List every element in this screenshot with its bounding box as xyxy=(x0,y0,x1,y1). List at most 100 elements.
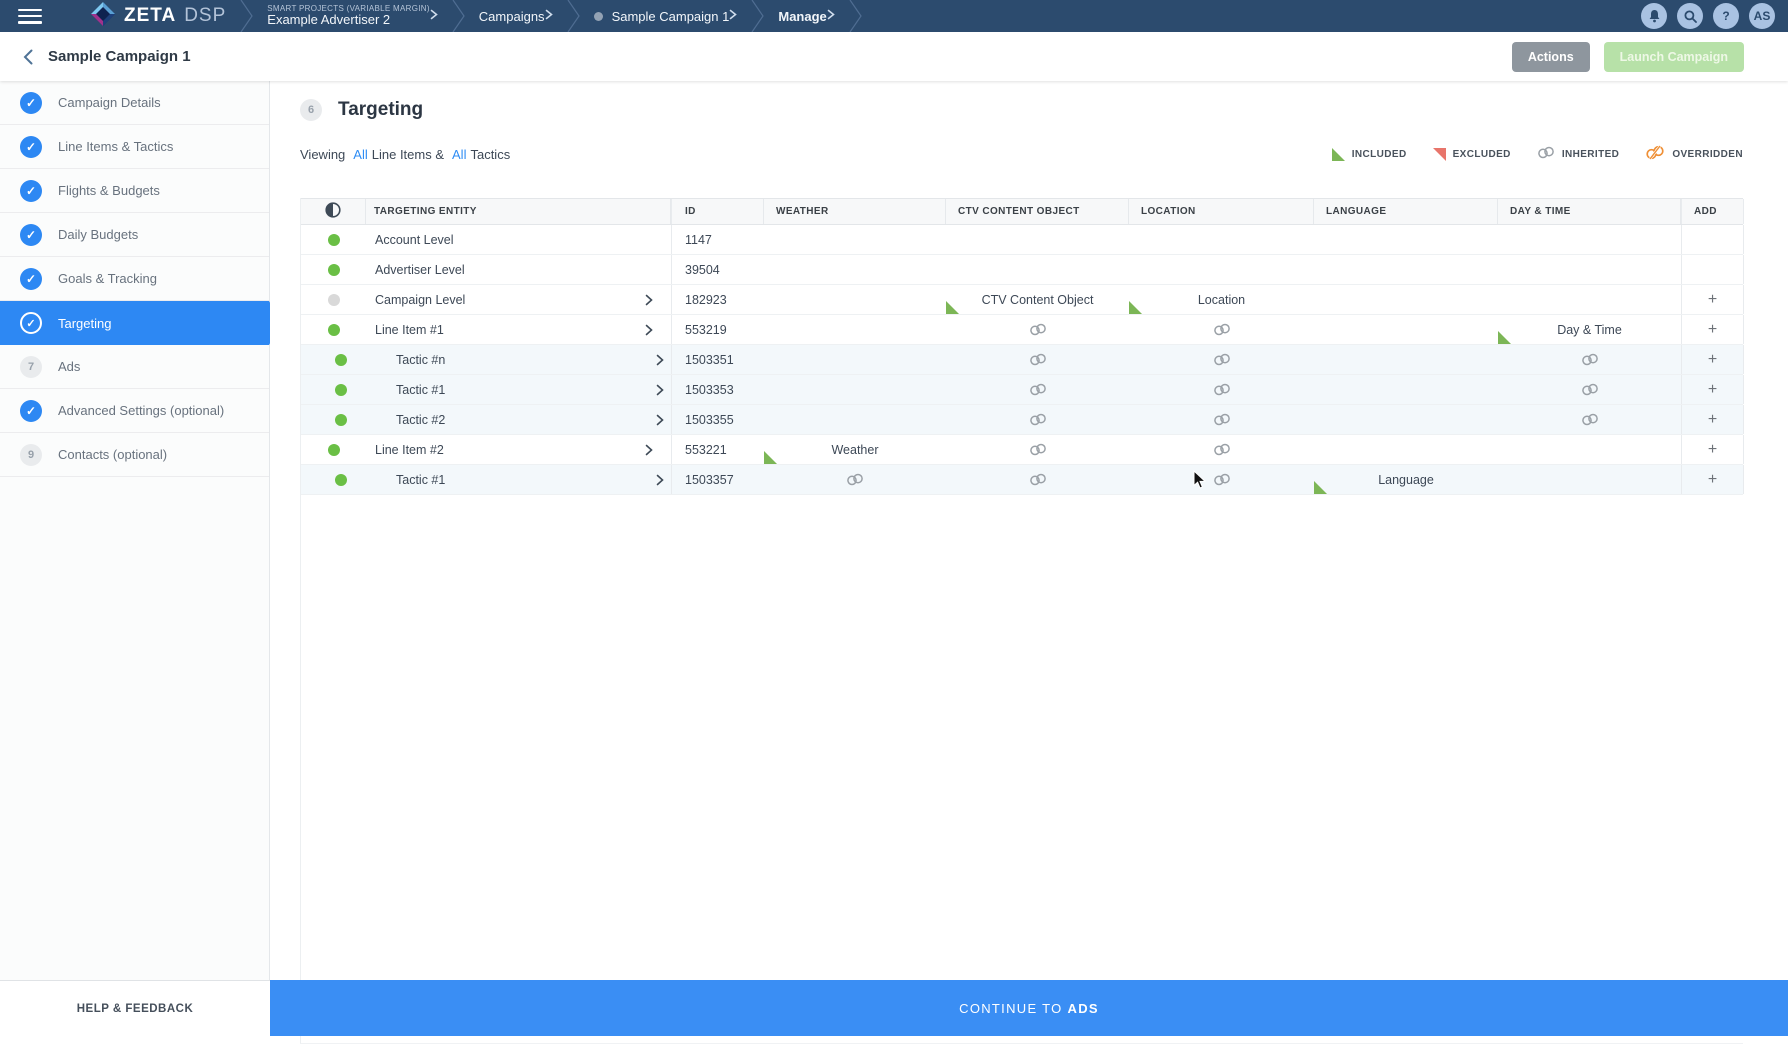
step-number-badge: 6 xyxy=(300,99,322,121)
breadcrumb: SMART PROJECTS (VARIABLE MARGIN)Example … xyxy=(240,0,861,32)
continue-to-ads-button[interactable]: CONTINUE TO ADS xyxy=(270,980,1788,1036)
expand-chevron-icon[interactable] xyxy=(645,294,653,306)
cell-daytime xyxy=(1498,345,1681,374)
expand-chevron-icon[interactable] xyxy=(656,414,664,426)
expand-chevron-icon[interactable] xyxy=(656,384,664,396)
sidebar-item-ads[interactable]: 7Ads xyxy=(0,345,269,389)
cell-daytime xyxy=(1498,255,1681,284)
inherited-link-icon[interactable] xyxy=(1029,443,1047,456)
cell-indicator xyxy=(301,435,366,464)
breadcrumb-segment-sample-campaign-1[interactable]: Sample Campaign 1 xyxy=(580,0,752,32)
inherited-link-icon[interactable] xyxy=(1581,353,1599,366)
inherited-link-icon[interactable] xyxy=(1581,383,1599,396)
check-icon: ✓ xyxy=(20,312,42,334)
excluded-triangle xyxy=(1433,148,1446,161)
cell-weather xyxy=(764,375,946,404)
overridden-link xyxy=(1645,145,1665,163)
filter-all-tactics-link[interactable]: All xyxy=(452,147,466,162)
hamburger-menu-icon[interactable] xyxy=(18,9,42,24)
column-header-daytime: DAY & TIME xyxy=(1498,199,1681,224)
column-header-label: ID xyxy=(685,206,696,217)
cell-id: 1147 xyxy=(671,225,764,254)
sidebar-item-goals-tracking[interactable]: ✓Goals & Tracking xyxy=(0,257,269,301)
cell-ctv xyxy=(946,375,1129,404)
campaign-header: Sample Campaign 1 Actions Launch Campaig… xyxy=(0,32,1788,81)
targeting-type-label: Location xyxy=(1198,293,1245,307)
sidebar-item-daily-budgets[interactable]: ✓Daily Budgets xyxy=(0,213,269,257)
cell-id: 182923 xyxy=(671,285,764,314)
sidebar-item-targeting[interactable]: ✓Targeting xyxy=(0,301,269,345)
cell-language xyxy=(1314,315,1498,344)
cell-daytime xyxy=(1498,465,1681,494)
zeta-dsp-logo[interactable]: ZETA DSP xyxy=(90,1,226,32)
filter-all-line-items-link[interactable]: All xyxy=(353,147,367,162)
expand-chevron-icon[interactable] xyxy=(645,444,653,456)
sidebar-item-line-items-tactics[interactable]: ✓Line Items & Tactics xyxy=(0,125,269,169)
zeta-diamond-icon xyxy=(90,1,124,32)
cell-language xyxy=(1314,405,1498,434)
add-targeting-button[interactable]: + xyxy=(1702,439,1724,461)
inherited-link-icon[interactable] xyxy=(1029,323,1047,336)
step-number-circle: 7 xyxy=(20,356,42,378)
add-targeting-button[interactable]: + xyxy=(1702,379,1724,401)
add-targeting-button[interactable]: + xyxy=(1702,469,1724,491)
inherited-link-icon[interactable] xyxy=(1029,413,1047,426)
status-dot xyxy=(335,384,347,396)
column-header-label: DAY & TIME xyxy=(1510,206,1571,217)
actions-button[interactable]: Actions xyxy=(1512,42,1590,72)
inherited-link-icon[interactable] xyxy=(1213,353,1231,366)
inherited-link-icon[interactable] xyxy=(1581,413,1599,426)
launch-campaign-button[interactable]: Launch Campaign xyxy=(1604,42,1744,72)
inherited-link-icon[interactable] xyxy=(1029,473,1047,486)
status-dot xyxy=(335,354,347,366)
cell-daytime xyxy=(1498,225,1681,254)
search-icon[interactable] xyxy=(1677,3,1703,29)
cell-id: 1503353 xyxy=(671,375,764,404)
inherited-link-icon[interactable] xyxy=(1213,443,1231,456)
notifications-icon[interactable] xyxy=(1641,3,1667,29)
breadcrumb-chevron-icon xyxy=(545,7,553,25)
table-row: Tactic #11503353+ xyxy=(301,375,1743,405)
back-button[interactable] xyxy=(16,45,40,69)
help-icon[interactable]: ? xyxy=(1713,3,1739,29)
expand-chevron-icon[interactable] xyxy=(645,324,653,336)
cell-weather xyxy=(764,225,946,254)
column-header-add: ADD xyxy=(1681,199,1744,224)
add-targeting-button[interactable]: + xyxy=(1702,289,1724,311)
breadcrumb-segment-example-advertiser-2[interactable]: SMART PROJECTS (VARIABLE MARGIN)Example … xyxy=(253,0,452,32)
help-feedback-button[interactable]: HELP & FEEDBACK xyxy=(0,980,270,1036)
sidebar-item-advanced-settings-optional[interactable]: ✓Advanced Settings (optional) xyxy=(0,389,269,433)
targeting-type-label: Language xyxy=(1378,473,1434,487)
breadcrumb-segment-manage[interactable]: Manage xyxy=(764,0,848,32)
column-header-label: CTV CONTENT OBJECT xyxy=(958,206,1080,217)
add-targeting-button[interactable]: + xyxy=(1702,349,1724,371)
cell-id: 1503355 xyxy=(671,405,764,434)
inherited-link-icon[interactable] xyxy=(846,473,864,486)
inherited-link-icon[interactable] xyxy=(1213,413,1231,426)
inherited-link-icon[interactable] xyxy=(1213,323,1231,336)
inherited-link-icon[interactable] xyxy=(1213,383,1231,396)
check-icon: ✓ xyxy=(20,268,42,290)
entity-id: 1503353 xyxy=(685,383,734,397)
table-row: Tactic #11503357Language+ xyxy=(301,465,1743,495)
inherited-link-icon[interactable] xyxy=(1029,383,1047,396)
breadcrumb-segment-campaigns[interactable]: Campaigns xyxy=(465,0,567,32)
sidebar-item-flights-budgets[interactable]: ✓Flights & Budgets xyxy=(0,169,269,213)
add-targeting-button[interactable]: + xyxy=(1702,409,1724,431)
cell-location xyxy=(1129,255,1314,284)
contrast-icon[interactable] xyxy=(325,202,341,221)
cell-language xyxy=(1314,225,1498,254)
sidebar-item-contacts-optional[interactable]: 9Contacts (optional) xyxy=(0,433,269,477)
app-topbar: ZETA DSP SMART PROJECTS (VARIABLE MARGIN… xyxy=(0,0,1788,32)
column-header-label: WEATHER xyxy=(776,206,829,217)
inherited-link-icon[interactable] xyxy=(1213,473,1231,486)
expand-chevron-icon[interactable] xyxy=(656,354,664,366)
avatar[interactable]: AS xyxy=(1749,3,1775,29)
add-targeting-button[interactable]: + xyxy=(1702,319,1724,341)
table-row: Advertiser Level39504 xyxy=(301,255,1743,285)
inherited-link-icon[interactable] xyxy=(1029,353,1047,366)
sidebar-item-campaign-details[interactable]: ✓Campaign Details xyxy=(0,81,269,125)
expand-chevron-icon[interactable] xyxy=(656,474,664,486)
cell-weather xyxy=(764,465,946,494)
cell-language xyxy=(1314,375,1498,404)
